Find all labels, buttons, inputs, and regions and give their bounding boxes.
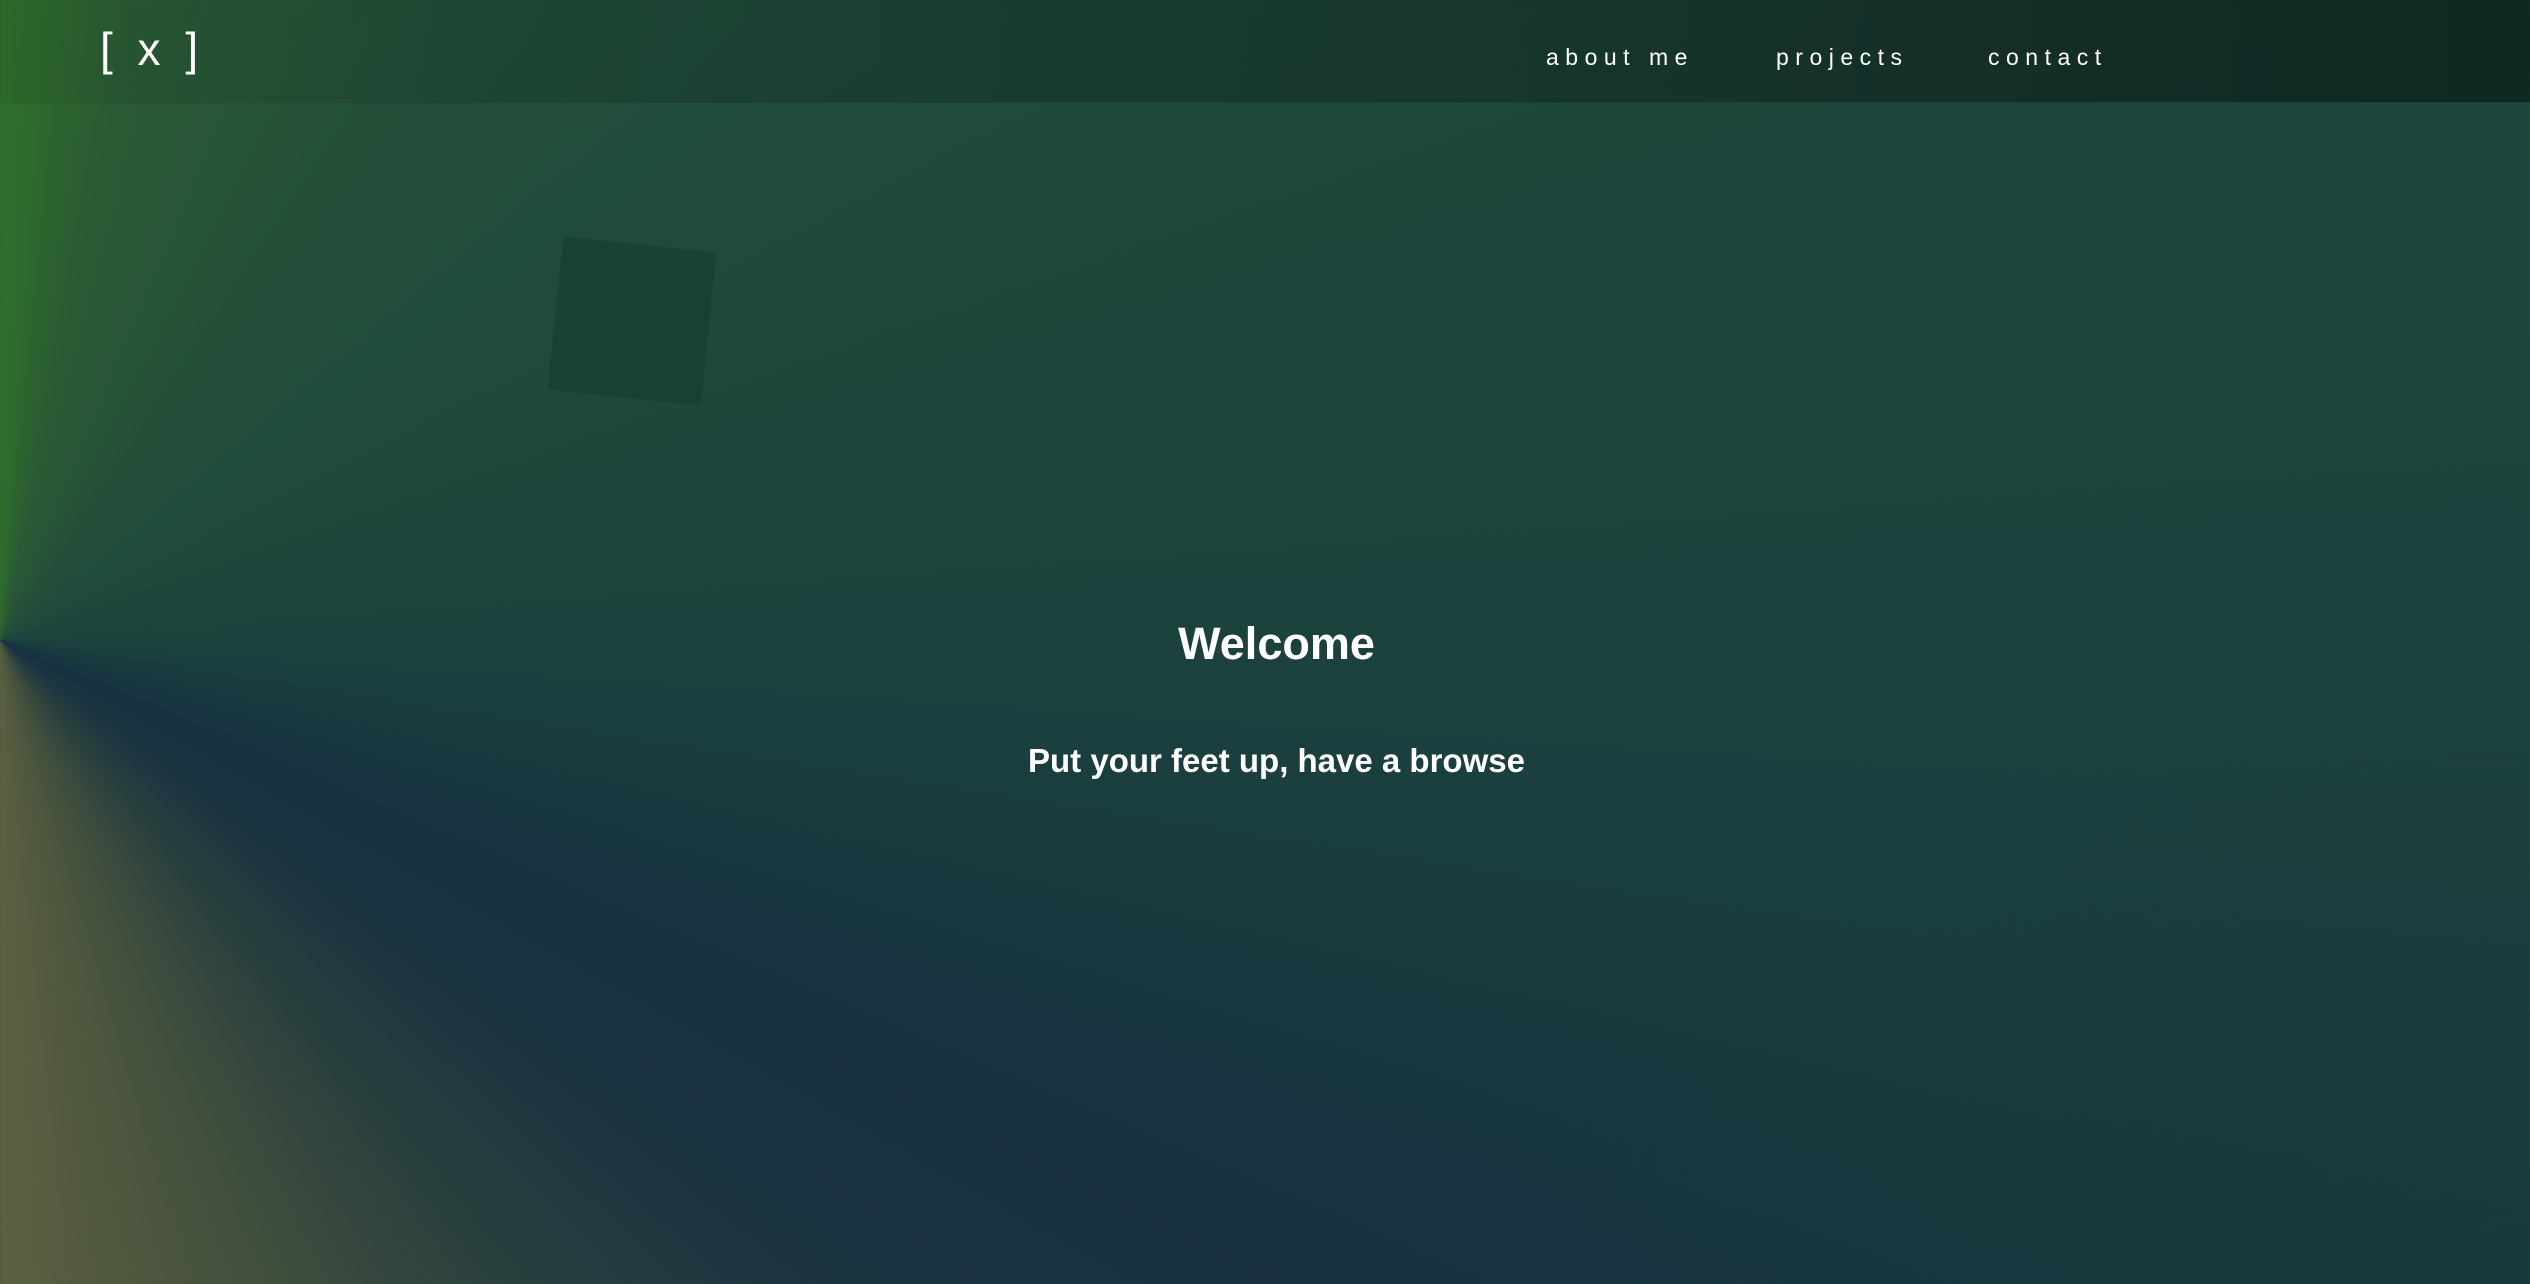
top-navbar: [ x ] about me projects contact <box>0 0 2530 102</box>
nav-menu: about me projects contact <box>1546 44 2128 71</box>
nav-link-contact[interactable]: contact <box>1988 44 2128 71</box>
site-logo[interactable]: [ x ] <box>100 22 204 76</box>
hero-title: Welcome <box>1178 618 1375 669</box>
decorative-square <box>547 236 717 406</box>
nav-link-about-me[interactable]: about me <box>1546 44 1776 71</box>
hero-subtitle: Put your feet up, have a browse <box>1028 742 1525 779</box>
nav-link-projects[interactable]: projects <box>1776 44 1988 71</box>
